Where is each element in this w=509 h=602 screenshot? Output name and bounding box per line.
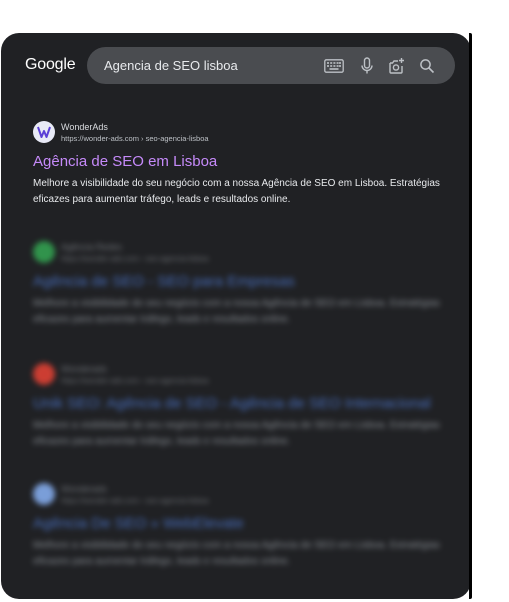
result-source[interactable]: Wonderads https://wonder-ads.com › seo-a… <box>33 363 453 389</box>
search-icon[interactable] <box>416 55 438 77</box>
favicon-icon <box>33 483 55 505</box>
favicon-icon <box>33 363 55 385</box>
site-url: https://wonder-ads.com › seo-agencia-lis… <box>61 254 209 263</box>
search-result: WonderAds https://wonder-ads.com › seo-a… <box>33 121 453 208</box>
result-title-link[interactable]: Unik SEO: Agência de SEO - Agência de SE… <box>33 395 453 412</box>
site-name: WonderAds <box>61 122 108 132</box>
search-result: Wonderads https://wonder-ads.com › seo-a… <box>33 483 453 570</box>
favicon-icon <box>33 121 55 143</box>
result-snippet: Melhore a visibilidade do seu negócio co… <box>33 420 440 447</box>
result-snippet: Melhore a visibilidade do seu negócio co… <box>33 178 440 205</box>
site-name: Wonderads <box>61 484 107 494</box>
lens-camera-icon[interactable] <box>385 55 407 77</box>
search-result: Agência Redes https://wonder-ads.com › s… <box>33 241 453 328</box>
site-name: Wonderads <box>61 364 107 374</box>
keyboard-icon[interactable] <box>323 55 345 77</box>
google-logo[interactable]: Google <box>25 56 76 74</box>
search-bar[interactable]: Agencia de SEO lisboa <box>87 47 455 84</box>
search-header: Google Agencia de SEO lisboa <box>1 33 471 103</box>
favicon-icon <box>33 241 55 263</box>
microphone-icon[interactable] <box>356 55 378 77</box>
site-url: https://wonder-ads.com › seo-agencia-lis… <box>61 496 209 505</box>
result-source[interactable]: WonderAds https://wonder-ads.com › seo-a… <box>33 121 453 147</box>
search-results-window: Google Agencia de SEO lisboa WonderAds h… <box>1 33 471 599</box>
site-url: https://wonder-ads.com › seo-agencia-lis… <box>61 376 209 385</box>
result-title-link[interactable]: Agência de SEO - SEO para Empresas <box>33 273 453 290</box>
site-name: Agência Redes <box>61 242 123 252</box>
result-snippet: Melhore a visibilidade do seu negócio co… <box>33 540 440 567</box>
window-edge <box>469 33 472 599</box>
site-url: https://wonder-ads.com › seo-agencia-lis… <box>61 134 209 143</box>
result-snippet: Melhore a visibilidade do seu negócio co… <box>33 298 440 325</box>
search-result: Wonderads https://wonder-ads.com › seo-a… <box>33 363 453 450</box>
result-source[interactable]: Wonderads https://wonder-ads.com › seo-a… <box>33 483 453 509</box>
result-source[interactable]: Agência Redes https://wonder-ads.com › s… <box>33 241 453 267</box>
result-title-link[interactable]: Agência de SEO em Lisboa <box>33 153 453 170</box>
result-title-link[interactable]: Agência De SEO » WebElevate <box>33 515 453 532</box>
search-input[interactable]: Agencia de SEO lisboa <box>104 58 238 73</box>
